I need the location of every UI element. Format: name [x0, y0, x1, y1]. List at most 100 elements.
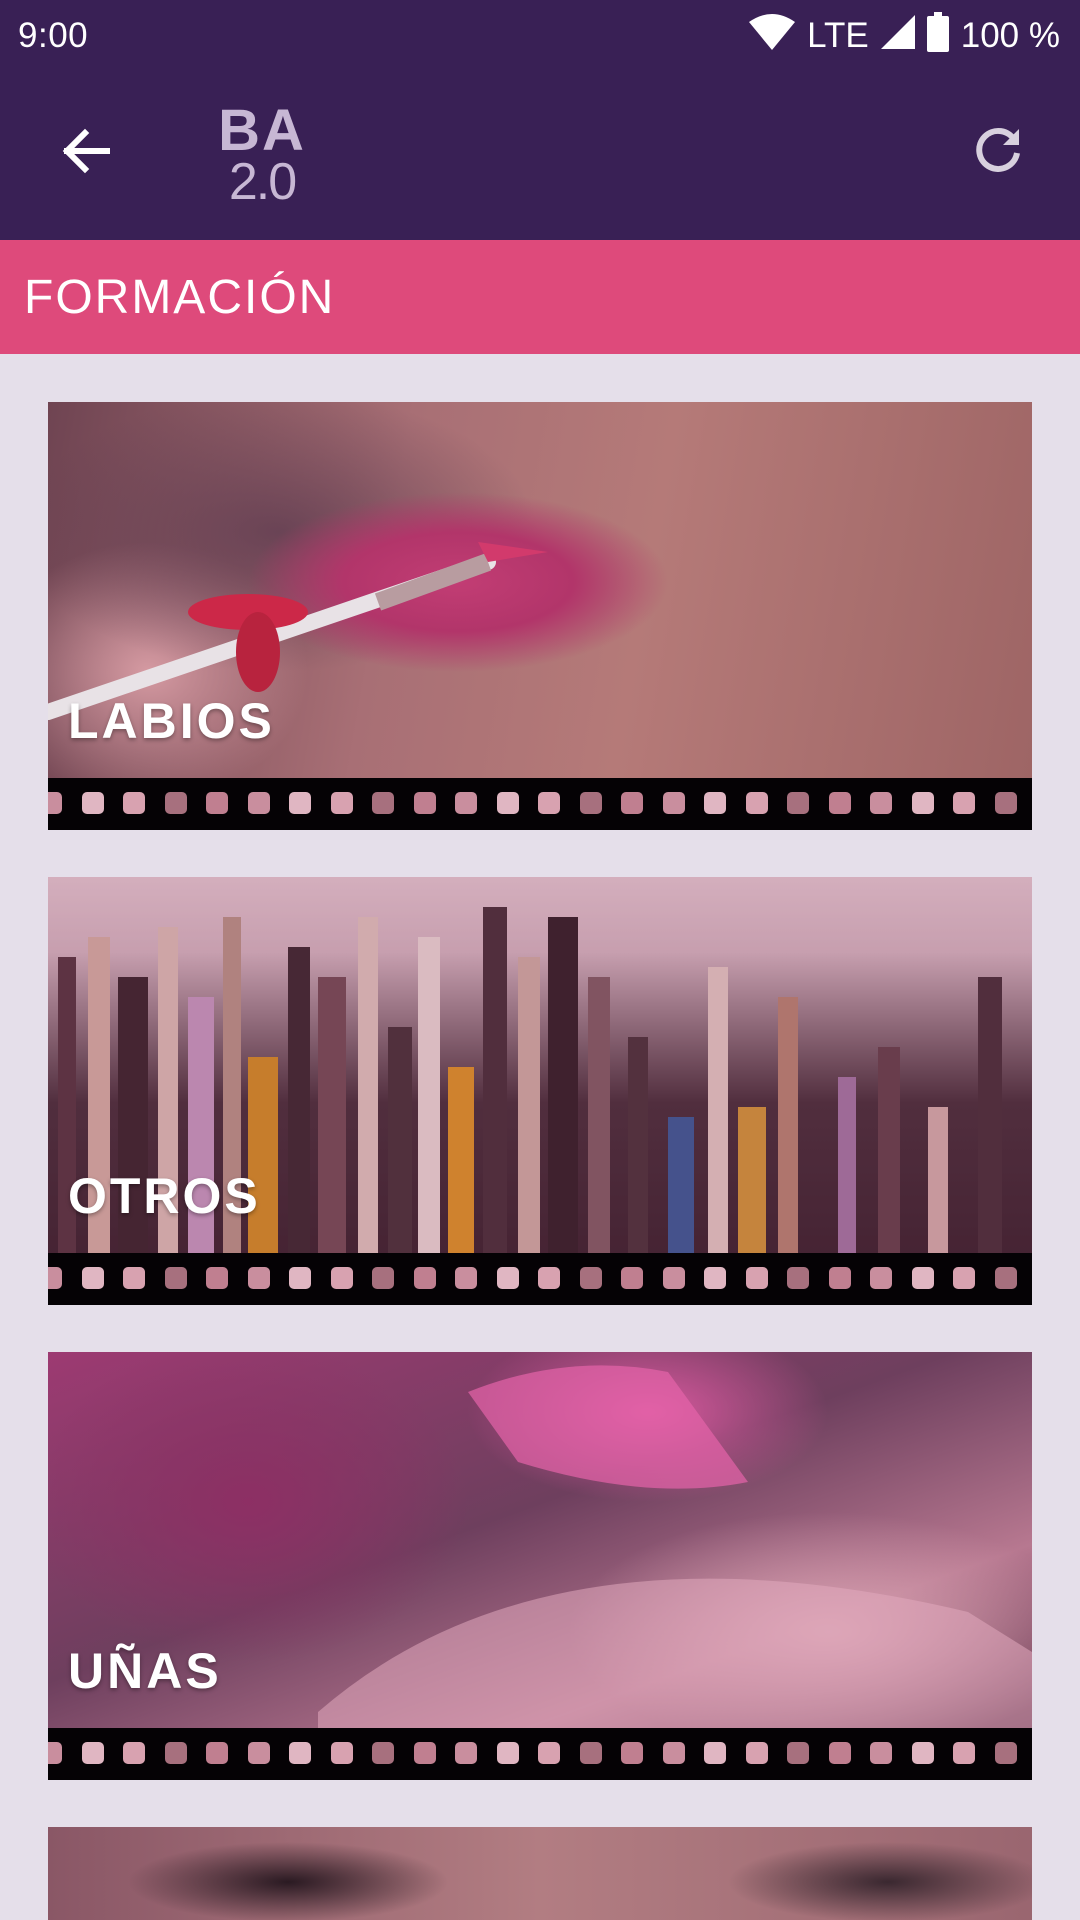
film-hole [48, 1267, 62, 1289]
film-hole [206, 1267, 228, 1289]
film-hole [828, 1267, 851, 1289]
film-hole [704, 1742, 726, 1764]
category-card-unas[interactable]: UÑAS [48, 1352, 1032, 1780]
film-hole [787, 792, 809, 814]
film-hole [81, 792, 104, 814]
film-hole [579, 792, 602, 814]
film-hole [953, 1742, 975, 1764]
filmstrip [48, 778, 1032, 830]
status-icons: LTE 100 % [749, 11, 1060, 61]
refresh-icon [973, 125, 1025, 182]
film-hole [662, 1742, 685, 1764]
film-hole [455, 792, 477, 814]
film-hole [413, 792, 436, 814]
cell-signal-icon [880, 14, 915, 58]
film-hole [164, 1267, 187, 1289]
category-card-otros[interactable]: OTROS [48, 877, 1032, 1305]
film-hole [48, 1742, 62, 1764]
film-hole [372, 1267, 394, 1289]
film-hole [621, 792, 643, 814]
film-hole [828, 792, 851, 814]
logo-line-2: 2.0 [228, 153, 297, 211]
back-button[interactable] [46, 114, 124, 192]
category-card-partial[interactable] [48, 1827, 1032, 1920]
arrow-left-icon [59, 125, 111, 182]
film-hole [455, 1267, 477, 1289]
film-hole [289, 1742, 311, 1764]
refresh-button[interactable] [960, 114, 1038, 192]
film-hole [496, 1742, 519, 1764]
film-hole [289, 1267, 311, 1289]
network-type: LTE [807, 16, 869, 55]
film-hole [330, 1742, 353, 1764]
film-hole [870, 1742, 892, 1764]
film-hole [994, 1267, 1017, 1289]
film-hole [496, 1267, 519, 1289]
film-hole [579, 1267, 602, 1289]
film-hole [538, 1267, 560, 1289]
film-hole [289, 792, 311, 814]
wifi-icon [749, 13, 796, 59]
film-hole [787, 1267, 809, 1289]
film-hole [48, 792, 62, 814]
film-hole [621, 1742, 643, 1764]
logo-line-1: BA [218, 98, 306, 163]
film-hole [994, 792, 1017, 814]
film-hole [745, 1267, 768, 1289]
film-hole [870, 1267, 892, 1289]
app-logo: BA 2.0 [212, 102, 312, 212]
section-header: FORMACIÓN [0, 240, 1080, 354]
film-hole [164, 1742, 187, 1764]
film-hole [538, 792, 560, 814]
film-hole [745, 792, 768, 814]
film-hole [621, 1267, 643, 1289]
film-hole [911, 1742, 934, 1764]
film-hole [911, 792, 934, 814]
film-hole [994, 1742, 1017, 1764]
section-title: FORMACIÓN [24, 270, 336, 324]
film-hole [538, 1742, 560, 1764]
film-hole [455, 1742, 477, 1764]
film-hole [330, 792, 353, 814]
film-hole [828, 1742, 851, 1764]
film-hole [745, 1742, 768, 1764]
film-hole [870, 792, 892, 814]
status-time: 9:00 [18, 16, 89, 55]
film-hole [372, 792, 394, 814]
film-hole [123, 792, 145, 814]
film-hole [123, 1742, 145, 1764]
film-hole [247, 792, 270, 814]
film-hole [247, 1742, 270, 1764]
card-label: LABIOS [68, 693, 275, 749]
film-hole [662, 792, 685, 814]
filmstrip [48, 1253, 1032, 1305]
film-hole [81, 1742, 104, 1764]
status-bar: 9:00 LTE 100 % [0, 0, 1080, 72]
film-hole [953, 792, 975, 814]
film-hole [413, 1742, 436, 1764]
filmstrip [48, 1728, 1032, 1780]
app-bar: BA 2.0 [0, 72, 1080, 240]
film-hole [206, 1742, 228, 1764]
film-hole [496, 792, 519, 814]
film-hole [123, 1267, 145, 1289]
category-card-labios[interactable]: LABIOS [48, 402, 1032, 830]
battery-level: 100 % [960, 16, 1060, 55]
film-hole [372, 1742, 394, 1764]
card-label: UÑAS [68, 1643, 222, 1699]
film-hole [164, 792, 187, 814]
eyes-photo [48, 1827, 1032, 1920]
film-hole [704, 792, 726, 814]
film-hole [206, 792, 228, 814]
card-label: OTROS [68, 1168, 261, 1224]
film-hole [81, 1267, 104, 1289]
film-hole [704, 1267, 726, 1289]
film-hole [911, 1267, 934, 1289]
film-hole [787, 1742, 809, 1764]
film-hole [330, 1267, 353, 1289]
battery-icon [926, 11, 949, 61]
film-hole [953, 1267, 975, 1289]
film-hole [662, 1267, 685, 1289]
film-hole [579, 1742, 602, 1764]
film-hole [413, 1267, 436, 1289]
